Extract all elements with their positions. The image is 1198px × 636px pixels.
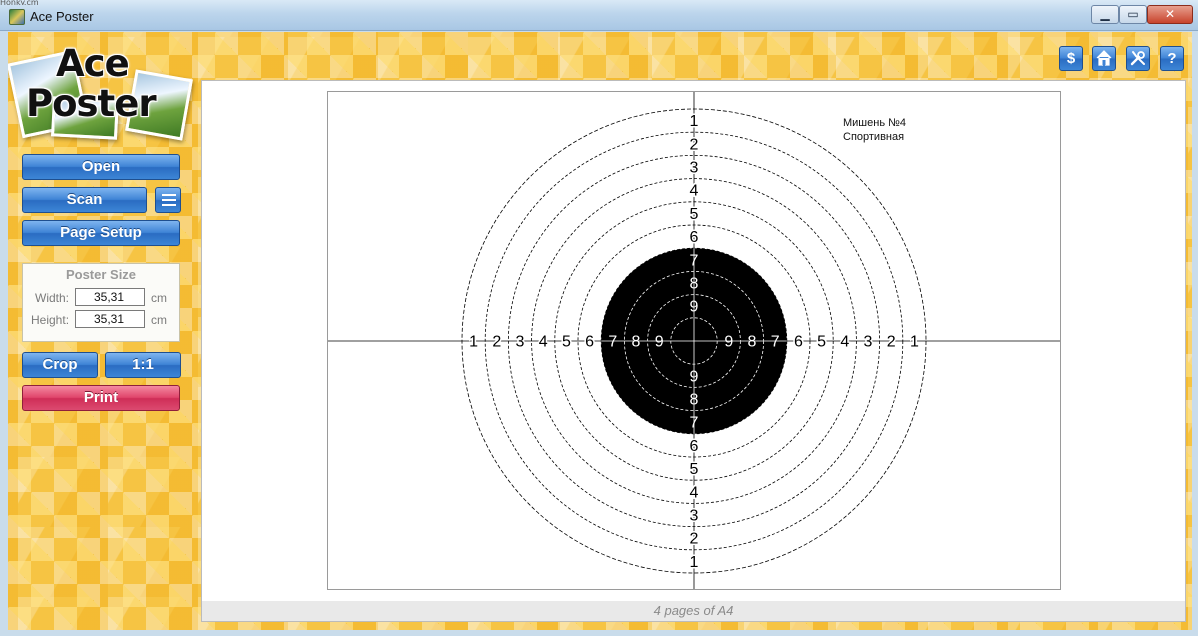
ace-poster-logo: Ace Poster [8,38,193,141]
ring-number: 3 [690,508,699,525]
top-strip-text: Honky.cm [0,0,39,5]
ring-number: 4 [840,334,849,351]
target-caption-line1: Мишень №4 [843,117,907,129]
maximize-button[interactable]: ▭ [1119,5,1147,24]
page-setup-button[interactable]: Page Setup [22,220,180,246]
ring-number: 5 [562,334,571,351]
scan-button[interactable]: Scan [22,187,147,213]
ring-number: 8 [690,276,699,293]
minimize-icon: ▁ [1100,7,1110,21]
ring-number: 2 [690,136,699,153]
ring-number: 7 [690,252,699,269]
settings-button[interactable] [1126,46,1150,71]
logo-text-line2: Poster [26,82,157,125]
ring-number: 9 [724,334,733,351]
scan-options-button[interactable] [155,187,181,213]
height-unit: cm [151,313,167,327]
actual-size-button[interactable]: 1:1 [105,352,181,378]
close-icon: ✕ [1164,7,1176,21]
ring-number: 6 [585,334,594,351]
buy-button[interactable]: $ [1059,46,1083,71]
poster-sheet[interactable]: 111122223333444455556666777788889999 Миш… [327,91,1061,590]
open-button[interactable]: Open [22,154,180,180]
ring-number: 8 [632,334,641,351]
print-button[interactable]: Print [22,385,180,411]
app-client-area: Ace Poster Open Scan Page Setup Poster S… [8,32,1192,630]
title-bar[interactable]: Honky.cm Ace Poster ▁ ▭ ✕ [0,0,1198,31]
ring-number: 1 [910,334,919,351]
tools-icon [1130,51,1145,66]
target-caption-line2: Спортивная [843,131,905,143]
poster-size-panel: Poster Size Width: cm Height: cm [22,263,180,342]
poster-preview[interactable]: 111122223333444455556666777788889999 Миш… [201,80,1186,622]
help-button[interactable]: ? [1160,46,1184,71]
ring-number: 3 [864,334,873,351]
ring-number: 7 [771,334,780,351]
page-count-status: 4 pages of A4 [202,601,1185,621]
minimize-button[interactable]: ▁ [1091,5,1119,24]
width-unit: cm [151,291,167,305]
ring-number: 1 [690,113,699,130]
ring-number: 6 [690,229,699,246]
logo-text-line1: Ace [56,42,130,85]
ring-number: 5 [690,206,699,223]
ring-number: 5 [690,461,699,478]
ring-number: 8 [748,334,757,351]
ring-number: 2 [690,531,699,548]
ring-number: 6 [794,334,803,351]
home-button[interactable] [1092,46,1116,71]
ring-number: 9 [655,334,664,351]
help-icon: ? [1167,50,1177,67]
ring-number: 4 [690,484,699,501]
width-label: Width: [35,291,70,305]
height-label: Height: [31,313,70,327]
window-title: Ace Poster [30,9,94,24]
ring-number: 4 [539,334,548,351]
home-icon [1096,50,1112,66]
ring-number: 5 [817,334,826,351]
ring-number: 3 [690,160,699,177]
ring-number: 3 [516,334,525,351]
ring-number: 8 [690,392,699,409]
ring-number: 9 [690,368,699,385]
ring-number: 1 [690,554,699,571]
crop-button[interactable]: Crop [22,352,98,378]
dollar-icon: $ [1066,50,1076,67]
height-input[interactable] [75,310,145,328]
list-options-icon [162,194,176,206]
target-caption: Мишень №4 Спортивная [843,116,906,144]
ring-number: 7 [690,415,699,432]
maximize-icon: ▭ [1127,7,1139,21]
app-icon [9,9,25,25]
ring-number: 2 [492,334,501,351]
shooting-target: 1 1112 2223 3334 4445 5556 6667 7778 8889 999 [328,92,1060,589]
close-button[interactable]: ✕ [1147,5,1193,24]
poster-size-header: Poster Size [65,267,137,282]
ring-number: 4 [690,183,699,200]
ring-number: 6 [690,438,699,455]
width-input[interactable] [75,288,145,306]
ring-number: 2 [887,334,896,351]
ring-number: 1 [469,334,478,351]
ring-number: 9 [690,299,699,316]
ring-number: 7 [608,334,617,351]
